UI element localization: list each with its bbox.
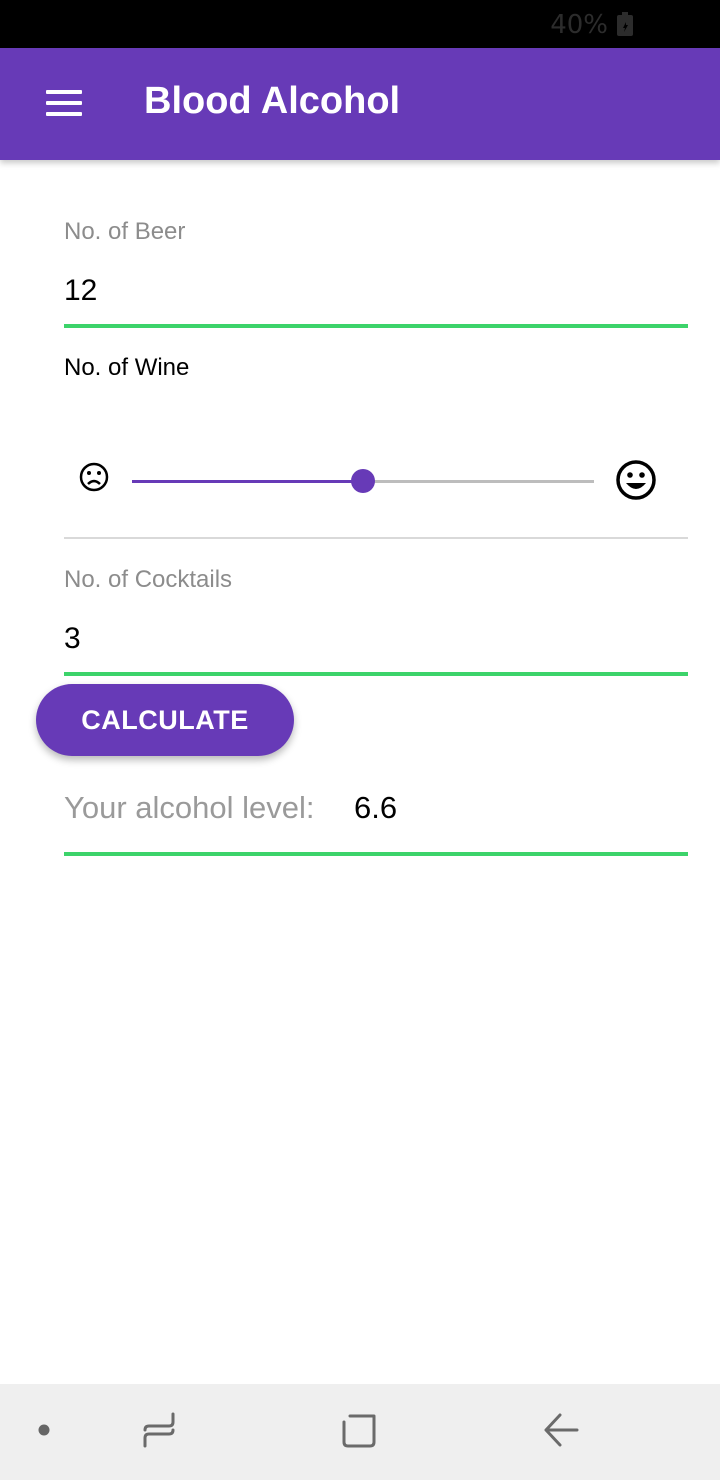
cocktails-input-underline [64, 672, 688, 676]
wine-slider-fill [132, 480, 363, 483]
dot-icon[interactable] [38, 1424, 50, 1436]
battery-charging-icon [617, 12, 633, 36]
beer-label: No. of Beer [64, 218, 186, 245]
cocktails-input[interactable]: 3 [64, 622, 81, 656]
wine-slider[interactable] [132, 469, 594, 493]
home-icon[interactable] [340, 1412, 378, 1450]
wine-label: No. of Wine [64, 354, 190, 381]
sad-face-icon [79, 462, 109, 492]
beer-input[interactable]: 12 [64, 274, 97, 308]
alcohol-level-label: Your alcohol level: [64, 790, 315, 825]
cocktails-label: No. of Cocktails [64, 566, 233, 593]
beer-input-underline [64, 324, 688, 328]
back-arrow-icon[interactable] [542, 1412, 580, 1448]
status-bar: 40% [0, 0, 720, 48]
hamburger-menu-icon[interactable] [46, 90, 82, 116]
battery-percentage: 40% [550, 10, 608, 40]
alcohol-level-underline [64, 852, 688, 856]
wine-divider [64, 537, 688, 539]
alcohol-level-value: 6.6 [354, 790, 398, 825]
happy-face-icon [616, 460, 656, 500]
system-nav-bar [0, 1384, 720, 1480]
calculate-button[interactable]: CALCULATE [36, 684, 294, 756]
app-title: Blood Alcohol [144, 80, 401, 122]
wine-slider-thumb[interactable] [351, 469, 375, 493]
recent-apps-icon[interactable] [142, 1412, 176, 1448]
